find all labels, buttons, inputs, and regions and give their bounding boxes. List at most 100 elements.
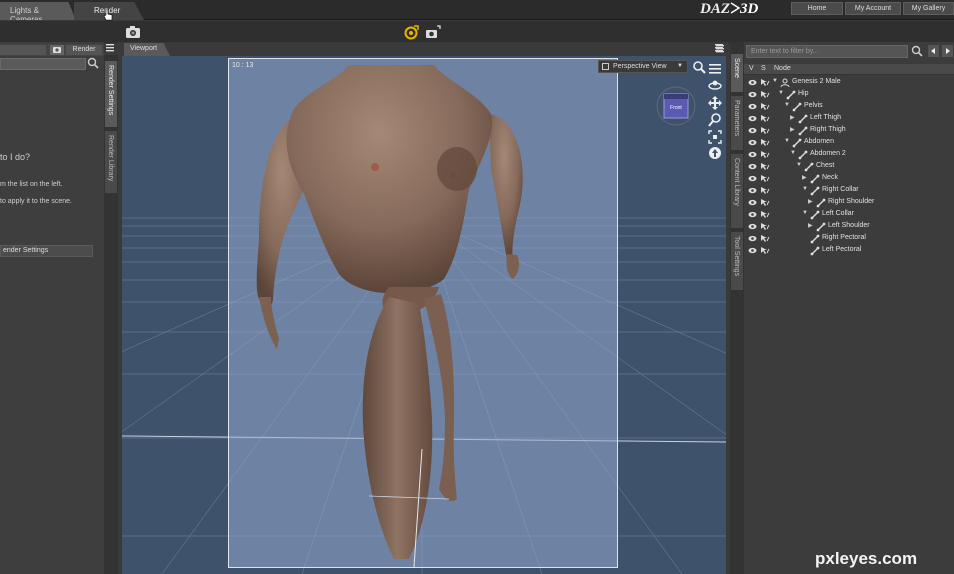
selectable-arrow-icon[interactable] (760, 246, 770, 255)
selectable-arrow-icon[interactable] (760, 150, 770, 159)
render-camera-icon[interactable] (125, 24, 141, 40)
scene-node-row[interactable]: ▼ Genesis 2 Male (744, 77, 954, 89)
search-icon[interactable] (86, 56, 100, 70)
expander-icon[interactable]: ▶ (802, 174, 807, 181)
reset-view-icon[interactable] (708, 146, 722, 160)
vtab-render-library[interactable]: Render Library (105, 131, 117, 193)
visibility-eye-icon[interactable] (748, 79, 757, 86)
selectable-arrow-icon[interactable] (760, 174, 770, 183)
column-visible[interactable]: V (749, 65, 754, 72)
vtab-scene[interactable]: Scene (731, 54, 743, 92)
scene-node-row[interactable]: ▶ Left Thigh (744, 113, 954, 125)
vtab-tool-settings[interactable]: Tool Settings (731, 232, 743, 290)
previous-icon[interactable] (928, 45, 939, 57)
selectable-arrow-icon[interactable] (760, 234, 770, 243)
vtab-content-library[interactable]: Content Library (731, 154, 743, 228)
visibility-eye-icon[interactable] (748, 151, 757, 158)
scene-panel-menu-icon[interactable] (714, 43, 724, 53)
visibility-eye-icon[interactable] (748, 103, 757, 110)
expander-icon[interactable]: ▼ (778, 90, 784, 96)
visibility-eye-icon[interactable] (748, 115, 757, 122)
column-node[interactable]: Node (774, 65, 791, 72)
render-settings-button[interactable]: ender Settings (0, 245, 93, 257)
camera-icon[interactable] (50, 45, 64, 55)
expander-icon[interactable]: ▶ (808, 222, 813, 229)
orbit-icon[interactable] (708, 78, 722, 92)
tab-viewport[interactable]: Viewport (124, 43, 170, 56)
expander-icon[interactable]: ▼ (772, 78, 778, 84)
next-icon[interactable] (942, 45, 953, 57)
camera-options-icon[interactable] (425, 24, 441, 40)
scene-node-row[interactable]: ▼ Left Collar (744, 209, 954, 221)
expander-icon[interactable]: ▶ (808, 198, 813, 205)
selectable-arrow-icon[interactable] (760, 162, 770, 171)
visibility-eye-icon[interactable] (748, 187, 757, 194)
visibility-eye-icon[interactable] (748, 223, 757, 230)
expander-icon[interactable]: ▼ (784, 102, 790, 108)
viewport[interactable]: 10 : 13 Perspective View ▼ Front (122, 56, 726, 574)
visibility-eye-icon[interactable] (748, 127, 757, 134)
scene-filter-input[interactable]: Enter text to filter by... (746, 45, 908, 58)
visibility-eye-icon[interactable] (748, 163, 757, 170)
selectable-arrow-icon[interactable] (760, 222, 770, 231)
render-button[interactable]: Render (66, 45, 102, 55)
selectable-arrow-icon[interactable] (760, 186, 770, 195)
scene-node-row[interactable]: ▶ Left Shoulder (744, 221, 954, 233)
left-search-input[interactable] (0, 58, 86, 70)
selectable-arrow-icon[interactable] (760, 138, 770, 147)
expander-icon[interactable]: ▶ (790, 126, 795, 133)
view-cube[interactable]: Front (656, 86, 696, 126)
selectable-arrow-icon[interactable] (760, 126, 770, 135)
my-account-button[interactable]: My Account (845, 2, 901, 15)
view-mode-dropdown[interactable]: Perspective View ▼ (598, 60, 688, 73)
expander-icon[interactable]: ▼ (802, 210, 808, 216)
scene-node-row[interactable]: ▼ Chest (744, 161, 954, 173)
spot-render-icon[interactable] (404, 24, 420, 40)
column-select[interactable]: S (761, 65, 766, 72)
bone-icon (810, 234, 820, 244)
selectable-arrow-icon[interactable] (760, 198, 770, 207)
visibility-eye-icon[interactable] (748, 235, 757, 242)
vtab-render-settings[interactable]: Render Settings (105, 61, 117, 127)
scene-node-row[interactable]: Right Pectoral (744, 233, 954, 245)
pan-icon[interactable] (708, 96, 722, 110)
scene-node-row[interactable]: ▼ Right Collar (744, 185, 954, 197)
scene-node-row[interactable]: ▼ Hip (744, 89, 954, 101)
selectable-arrow-icon[interactable] (760, 78, 770, 87)
expander-icon[interactable]: ▼ (790, 150, 796, 156)
scene-node-row[interactable]: ▶ Right Thigh (744, 125, 954, 137)
visibility-eye-icon[interactable] (748, 199, 757, 206)
options-icon[interactable] (708, 62, 722, 76)
visibility-eye-icon[interactable] (748, 91, 757, 98)
scene-node-row[interactable]: ▶ Neck (744, 173, 954, 185)
zoom-icon[interactable] (708, 113, 722, 127)
visibility-eye-icon[interactable] (748, 247, 757, 254)
visibility-eye-icon[interactable] (748, 139, 757, 146)
daz3d-logo[interactable]: DAZ 3D (700, 1, 758, 18)
visibility-eye-icon[interactable] (748, 175, 757, 182)
preset-dropdown[interactable] (0, 45, 46, 55)
selectable-arrow-icon[interactable] (760, 102, 770, 111)
panel-menu-icon[interactable] (105, 43, 115, 53)
scene-node-row[interactable]: ▼ Abdomen 2 (744, 149, 954, 161)
scene-node-row[interactable]: Left Pectoral (744, 245, 954, 257)
home-button[interactable]: Home (791, 2, 843, 15)
selectable-arrow-icon[interactable] (760, 114, 770, 123)
frame-icon[interactable] (708, 130, 722, 144)
expander-icon[interactable]: ▼ (802, 186, 808, 192)
magnifier-icon[interactable] (692, 60, 708, 76)
selectable-arrow-icon[interactable] (760, 210, 770, 219)
search-icon[interactable] (910, 44, 924, 58)
my-gallery-button[interactable]: My Gallery (903, 2, 954, 15)
scene-node-row[interactable]: ▼ Pelvis (744, 101, 954, 113)
viewport-header: Viewport (118, 42, 728, 56)
scene-node-row[interactable]: ▶ Right Shoulder (744, 197, 954, 209)
tab-lights-cameras[interactable]: Lights & Cameras (0, 2, 76, 20)
visibility-eye-icon[interactable] (748, 211, 757, 218)
expander-icon[interactable]: ▶ (790, 114, 795, 121)
vtab-parameters[interactable]: Parameters (731, 96, 743, 150)
selectable-arrow-icon[interactable] (760, 90, 770, 99)
expander-icon[interactable]: ▼ (796, 162, 802, 168)
scene-node-row[interactable]: ▼ Abdomen (744, 137, 954, 149)
expander-icon[interactable]: ▼ (784, 138, 790, 144)
